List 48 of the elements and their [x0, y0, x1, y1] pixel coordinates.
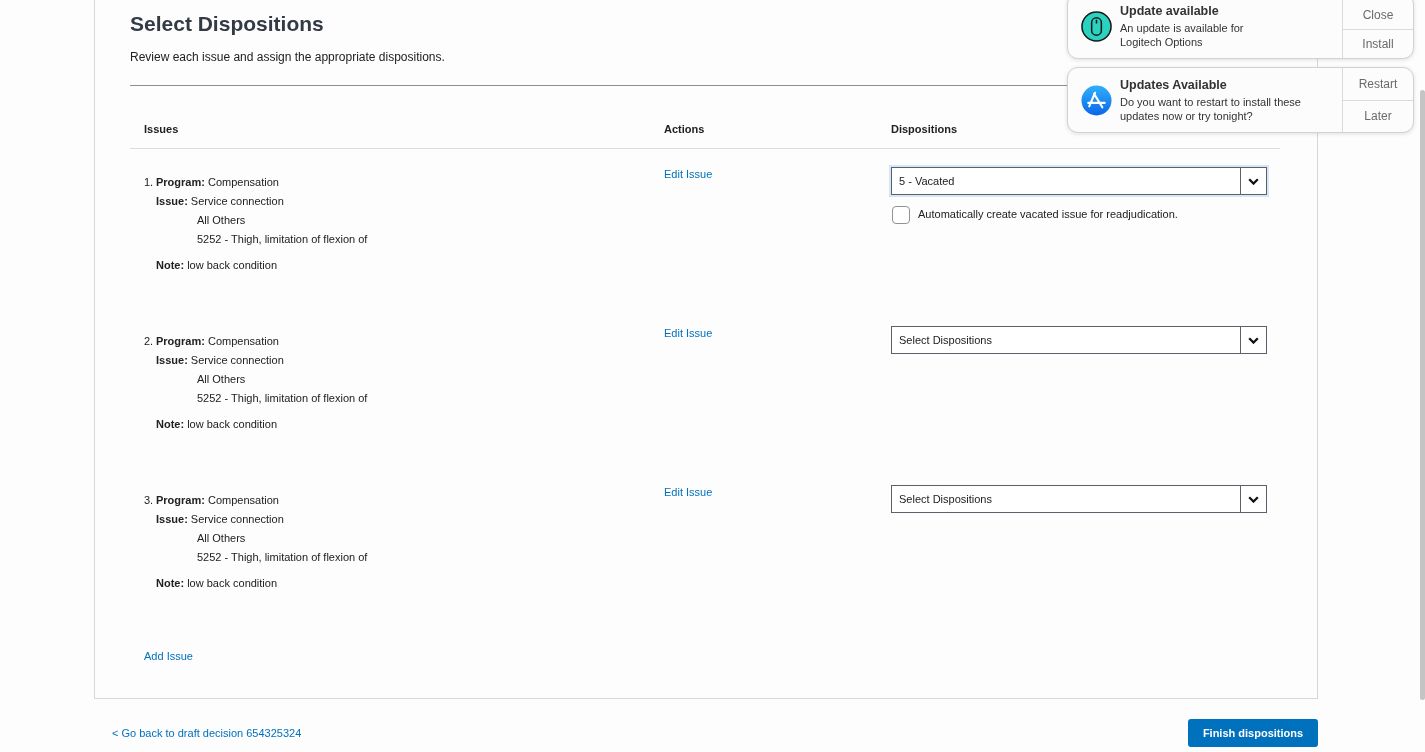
issue-detail: All Others: [197, 373, 246, 385]
chevron-down-icon: [1248, 336, 1259, 344]
list-number: 3.: [144, 493, 155, 508]
notification-body: An update is available for Logitech Options: [1120, 21, 1244, 49]
back-link[interactable]: < Go back to draft decision 654325324: [112, 726, 302, 740]
program-line: Program: Compensation: [156, 176, 279, 188]
page-title: Select Dispositions: [130, 11, 324, 37]
notification-body: Do you want to restart to install these updates now or try tonight?: [1120, 95, 1301, 123]
page-subtitle: Review each issue and assign the appropriate dispositions.: [130, 49, 445, 65]
disposition-dropdown[interactable]: Select Dispositions: [889, 483, 1269, 515]
notification-button[interactable]: Later: [1343, 99, 1413, 132]
disposition-dropdown[interactable]: Select Dispositions: [889, 324, 1269, 356]
edit-issue-link[interactable]: Edit Issue: [664, 486, 713, 498]
issue-detail: All Others: [197, 532, 246, 544]
chevron-down-icon: [1248, 177, 1259, 185]
note-line: Note: low back condition: [156, 577, 278, 589]
mouse-icon: [1081, 10, 1112, 42]
issue-line: Issue: Service connection: [156, 513, 284, 525]
issue-line: Issue: Service connection: [156, 195, 284, 207]
chevron-down-icon: [1248, 495, 1259, 503]
note-line: Note: low back condition: [156, 259, 278, 271]
finish-dispositions-button[interactable]: Finish dispositions: [1188, 719, 1318, 747]
notification-button[interactable]: Close: [1343, 0, 1413, 29]
disposition-dropdown[interactable]: 5 - Vacated: [889, 165, 1269, 197]
add-issue-link[interactable]: Add Issue: [144, 650, 193, 662]
edit-issue-link[interactable]: Edit Issue: [664, 327, 713, 339]
notification-title: Update available: [1120, 3, 1219, 19]
program-line: Program: Compensation: [156, 335, 279, 347]
checkbox-label: Automatically create vacated issue for readjudication.: [918, 206, 1178, 221]
letter-a-icon: [1081, 84, 1112, 116]
issue-detail: All Others: [197, 214, 246, 226]
column-header: Dispositions: [891, 123, 957, 135]
issue-detail: 5252 - Thigh, limitation of flexion of: [197, 233, 368, 245]
edit-issue-link[interactable]: Edit Issue: [664, 168, 713, 180]
notification-button[interactable]: Install: [1343, 29, 1413, 58]
list-number: 1.: [144, 175, 155, 190]
notification-title: Updates Available: [1120, 77, 1227, 93]
column-header: Actions: [664, 123, 705, 135]
issue-detail: 5252 - Thigh, limitation of flexion of: [197, 392, 368, 404]
scrollbar-thumb[interactable]: [1420, 90, 1425, 700]
issue-detail: 5252 - Thigh, limitation of flexion of: [197, 551, 368, 563]
notification-button[interactable]: Restart: [1343, 68, 1413, 100]
issue-line: Issue: Service connection: [156, 354, 284, 366]
list-number: 2.: [144, 334, 155, 349]
program-line: Program: Compensation: [156, 494, 279, 506]
column-header: Issues: [144, 123, 179, 135]
checkbox[interactable]: [892, 206, 910, 224]
note-line: Note: low back condition: [156, 418, 278, 430]
